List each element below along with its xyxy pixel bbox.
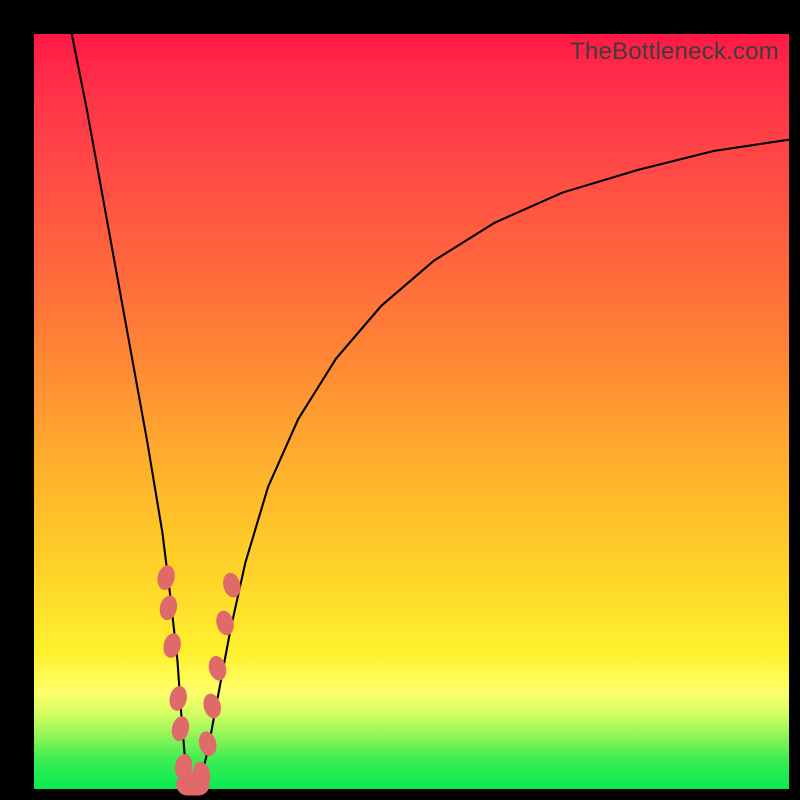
highlight-cluster [176, 773, 209, 795]
highlight-marker [167, 684, 189, 712]
highlight-marker [170, 715, 192, 743]
highlight-marker [221, 571, 244, 599]
curve-layer [34, 34, 789, 789]
highlight-marker [155, 564, 177, 592]
bottleneck-curve [72, 34, 789, 789]
plot-area: TheBottleneck.com [34, 34, 789, 789]
highlight-marker [161, 632, 183, 660]
chart-frame: TheBottleneck.com [0, 0, 800, 800]
marker-group [155, 564, 243, 797]
highlight-marker [214, 609, 237, 637]
highlight-marker [157, 594, 179, 622]
highlight-marker [201, 692, 224, 720]
highlight-marker [196, 730, 219, 758]
